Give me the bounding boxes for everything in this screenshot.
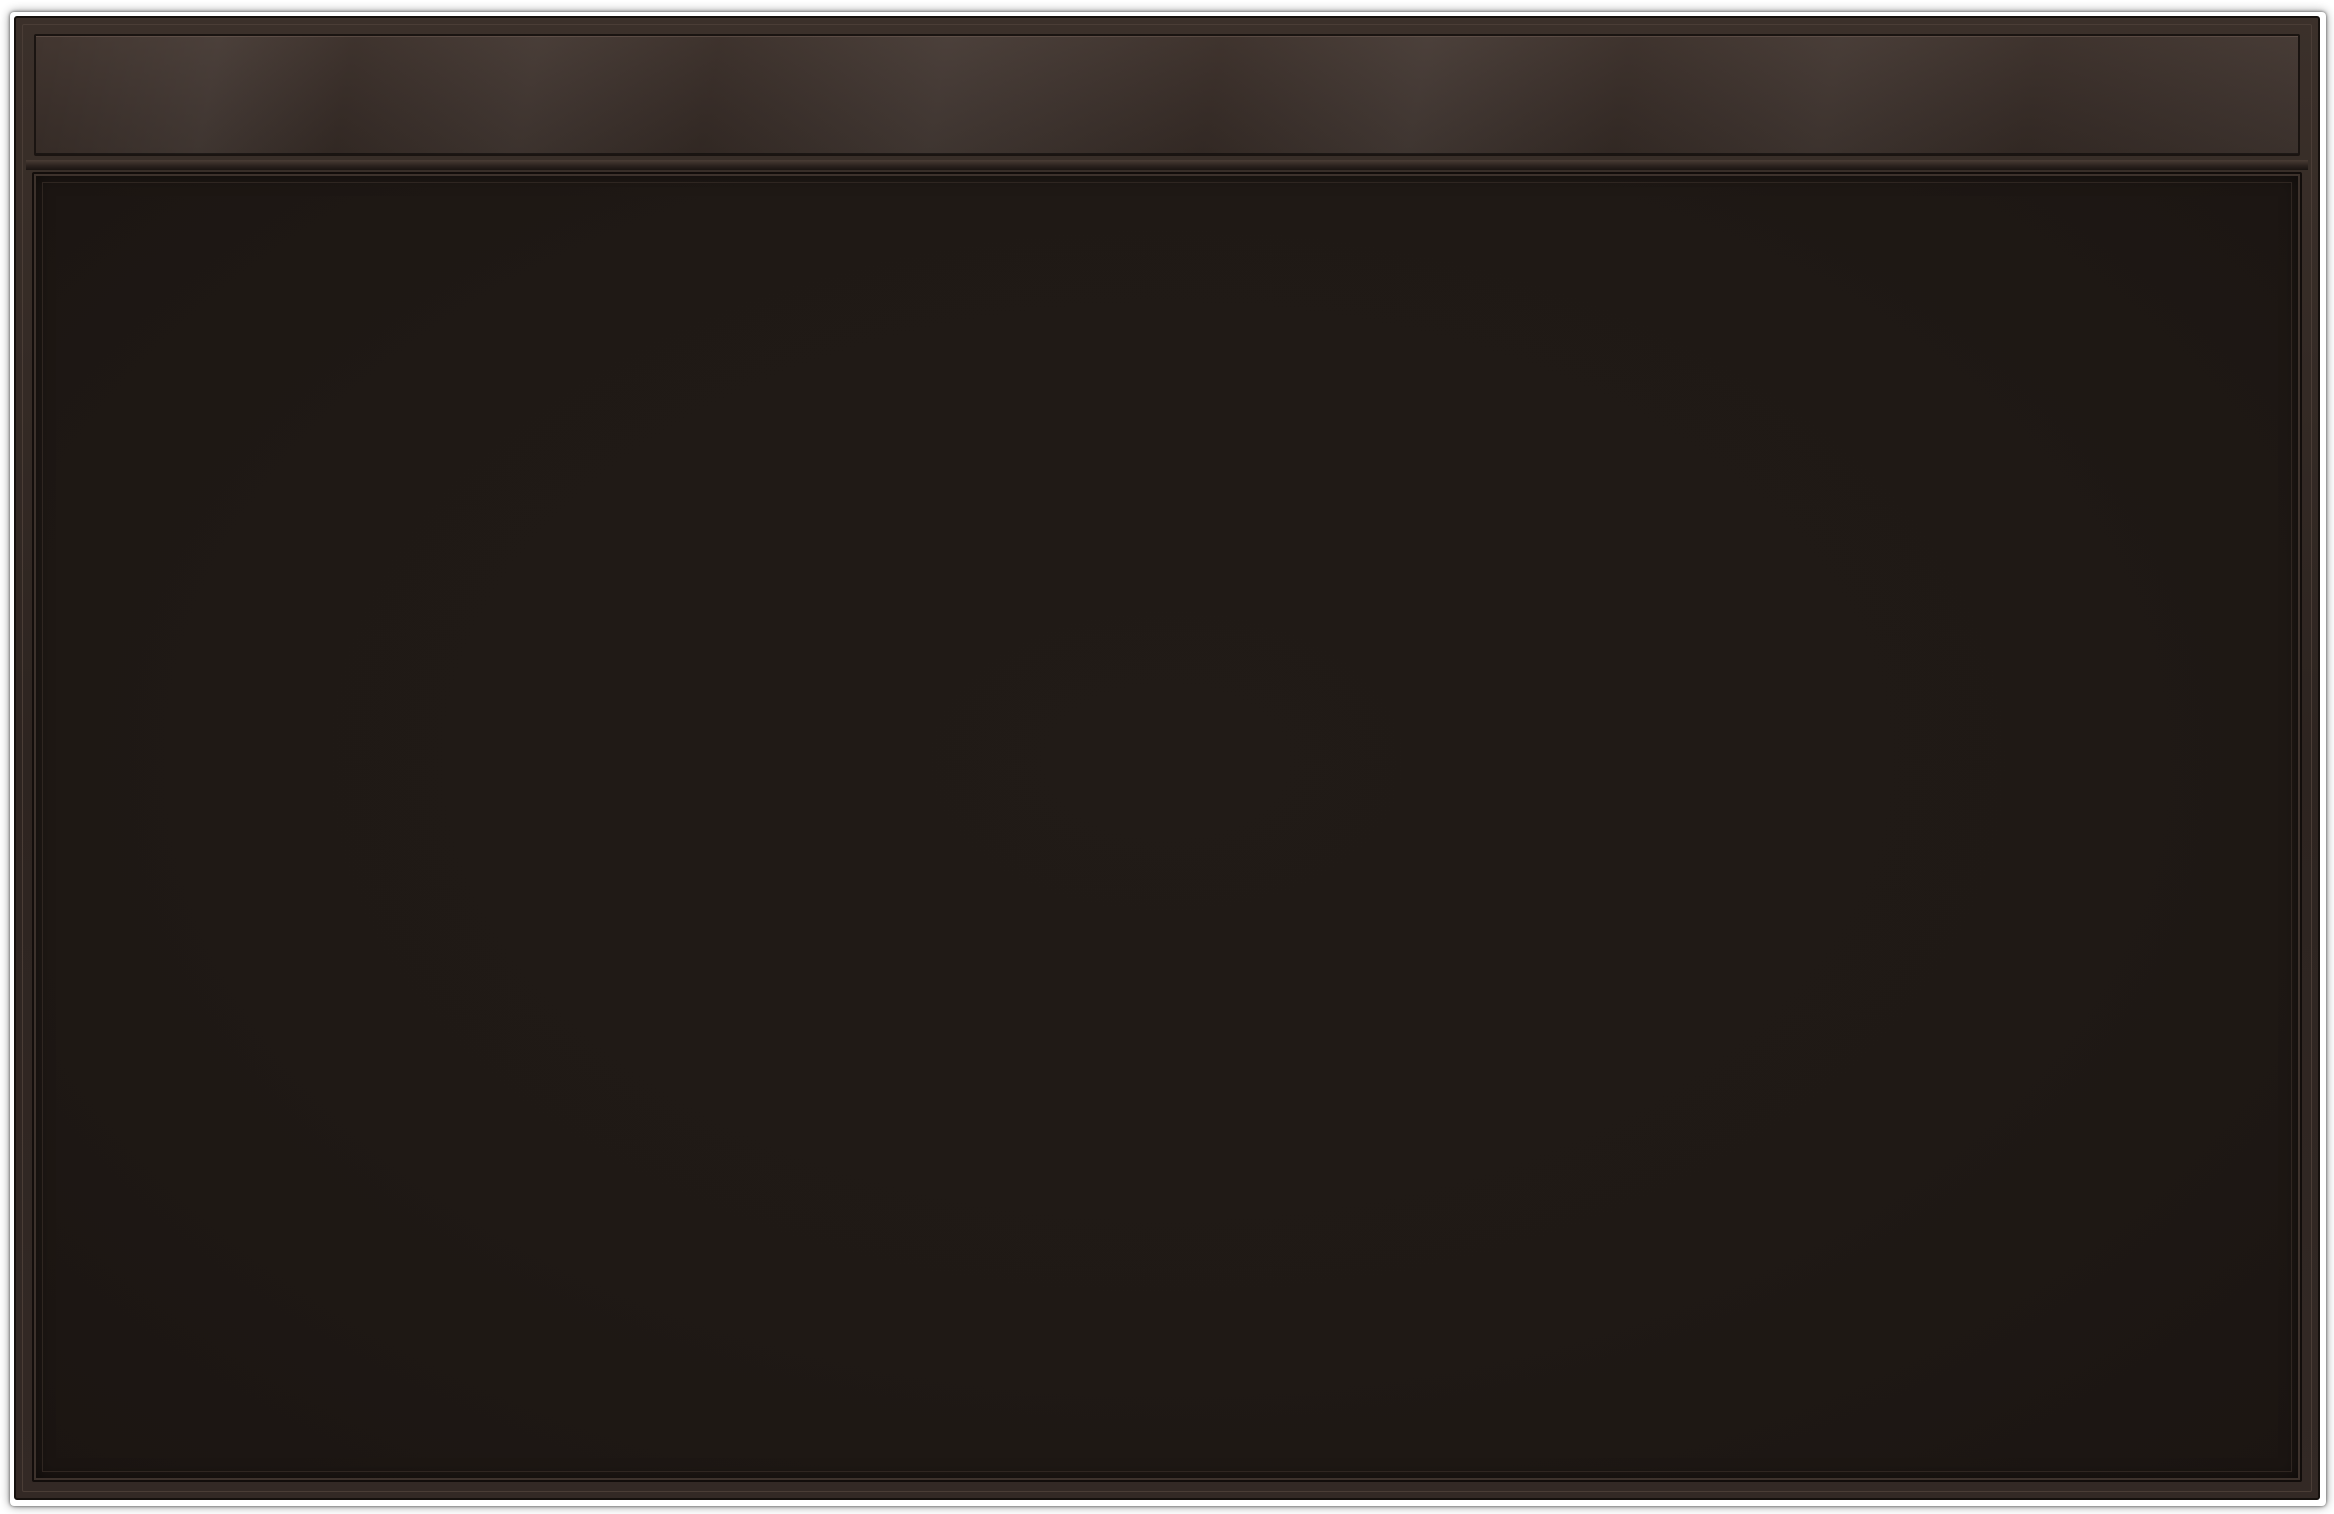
title-divider [26,160,2308,170]
content-bevel [42,182,2292,1472]
panel-content-area [32,172,2302,1482]
panel-title-bar [34,34,2300,156]
game-panel-frame [14,16,2320,1500]
panel-title [36,36,2298,154]
